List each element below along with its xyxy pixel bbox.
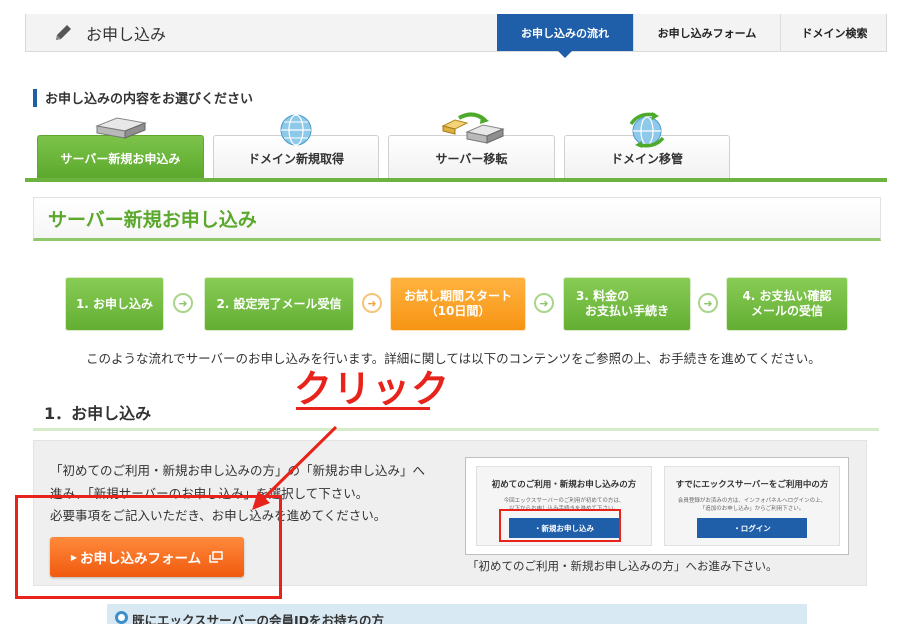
category-tab-underline bbox=[25, 178, 887, 182]
preview-text-line: 会員登録がお済みの方は、インフォパネルへログインの上、 bbox=[677, 498, 827, 504]
step-label-sub: メールの受信 bbox=[750, 304, 823, 318]
globe-transfer-icon bbox=[629, 112, 665, 148]
category-tab-server-new[interactable]: サーバー新規お申込み bbox=[37, 117, 204, 179]
header-left: お申し込み bbox=[52, 21, 166, 45]
click-annotation: クリック bbox=[294, 367, 451, 411]
section-heading-text: お申し込みの内容をお選びください bbox=[45, 92, 254, 107]
preview-text-line: 「追加のお申し込み」からご利用下さい。 bbox=[699, 506, 805, 512]
circle-bullet-icon bbox=[115, 611, 128, 624]
panel-title-text: サーバー新規お申し込み bbox=[48, 208, 257, 231]
category-tab-label: サーバー移転 bbox=[435, 152, 508, 166]
step-1: 1. お申し込み bbox=[66, 278, 163, 330]
step-label-sub: お支払い手続き bbox=[584, 304, 669, 318]
instruction-line: 「初めてのご利用・新規お申し込みの方」の「新規お申し込み」へ bbox=[50, 463, 426, 478]
preview-new-user-title: 初めてのご利用・新規お申し込みの方 bbox=[491, 480, 637, 490]
step-arrow-icon: ➜ bbox=[362, 293, 382, 313]
tab-application-form[interactable]: お申し込みフォーム bbox=[633, 14, 780, 51]
step-4: 4. お支払い確認 メールの受信 bbox=[727, 278, 847, 330]
category-tab-label: サーバー新規お申込み bbox=[60, 152, 181, 166]
step-arrow-icon: ➜ bbox=[173, 293, 193, 313]
category-tab-domain-new[interactable]: ドメイン新規取得 bbox=[213, 114, 379, 179]
preview-highlight-frame bbox=[499, 509, 621, 542]
step1-title-underline bbox=[33, 428, 879, 431]
preview-caption: 「初めてのご利用・新規お申し込みの方」へお進み下さい。 bbox=[467, 559, 778, 573]
step-3: 3. 料金の お支払い手続き bbox=[564, 278, 690, 330]
preview-login-button: ・ログイン bbox=[697, 518, 807, 538]
tab-application-flow[interactable]: お申し込みの流れ bbox=[497, 14, 633, 58]
step-label: お試し期間スタート bbox=[403, 289, 512, 303]
step-label-sub: （10日間） bbox=[425, 304, 491, 318]
page-header: お申し込み お申し込みの流れ お申し込みフォーム ドメイン検索 bbox=[25, 14, 888, 58]
server-icon bbox=[94, 117, 147, 139]
existing-member-text: 既にエックスサーバーの会員IDをお持ちの方 bbox=[132, 613, 385, 624]
category-tab-label: ドメイン新規取得 bbox=[247, 152, 344, 166]
step1-title: 1．お申し込み bbox=[44, 404, 152, 423]
step-label: 2. 設定完了メール受信 bbox=[216, 296, 342, 311]
category-tab-domain-transfer[interactable]: ドメイン移管 bbox=[564, 112, 730, 179]
preview-existing-user-text: 会員登録がお済みの方は、インフォパネルへログインの上、 「追加のお申し込み」から… bbox=[665, 497, 839, 513]
category-tab-server-transfer[interactable]: サーバー移転 bbox=[388, 112, 555, 179]
preview-existing-user-title: すでにエックスサーバーをご利用中の方 bbox=[675, 480, 829, 490]
step-label: 4. お支払い確認 bbox=[742, 289, 832, 303]
existing-member-box[interactable]: 既にエックスサーバーの会員IDをお持ちの方 bbox=[107, 604, 807, 624]
step-label: 1. お申し込み bbox=[75, 296, 154, 311]
preview-existing-user-card: すでにエックスサーバーをご利用中の方 会員登録がお済みの方は、インフォパネルへロ… bbox=[664, 466, 840, 546]
header-title: お申し込み bbox=[86, 25, 167, 44]
section-heading: お申し込みの内容をお選びください bbox=[33, 88, 253, 107]
step-2: 2. 設定完了メール受信 bbox=[205, 278, 353, 330]
server-transfer-icon bbox=[441, 112, 505, 144]
section-heading-bar bbox=[33, 88, 37, 107]
button-highlight-frame bbox=[15, 495, 282, 599]
step-trial: お試し期間スタート （10日間） bbox=[391, 278, 525, 330]
flow-description: このような流れでサーバーのお申し込みを行います。詳細に関しては以下のコンテンツを… bbox=[86, 351, 821, 366]
globe-icon bbox=[280, 114, 312, 146]
step-arrow-icon: ➜ bbox=[534, 293, 554, 313]
category-tab-label: ドメイン移管 bbox=[610, 152, 683, 166]
preview-text-line: 今回エックスサーバーのご利用が初めての方は、 bbox=[503, 498, 625, 504]
step-arrow-icon: ➜ bbox=[698, 293, 718, 313]
step-label: 3. 料金の bbox=[576, 289, 630, 303]
panel-title: サーバー新規お申し込み bbox=[33, 197, 881, 241]
click-annotation-underline bbox=[296, 407, 430, 410]
pencil-icon bbox=[56, 25, 71, 40]
tab-domain-search[interactable]: ドメイン検索 bbox=[780, 14, 888, 51]
